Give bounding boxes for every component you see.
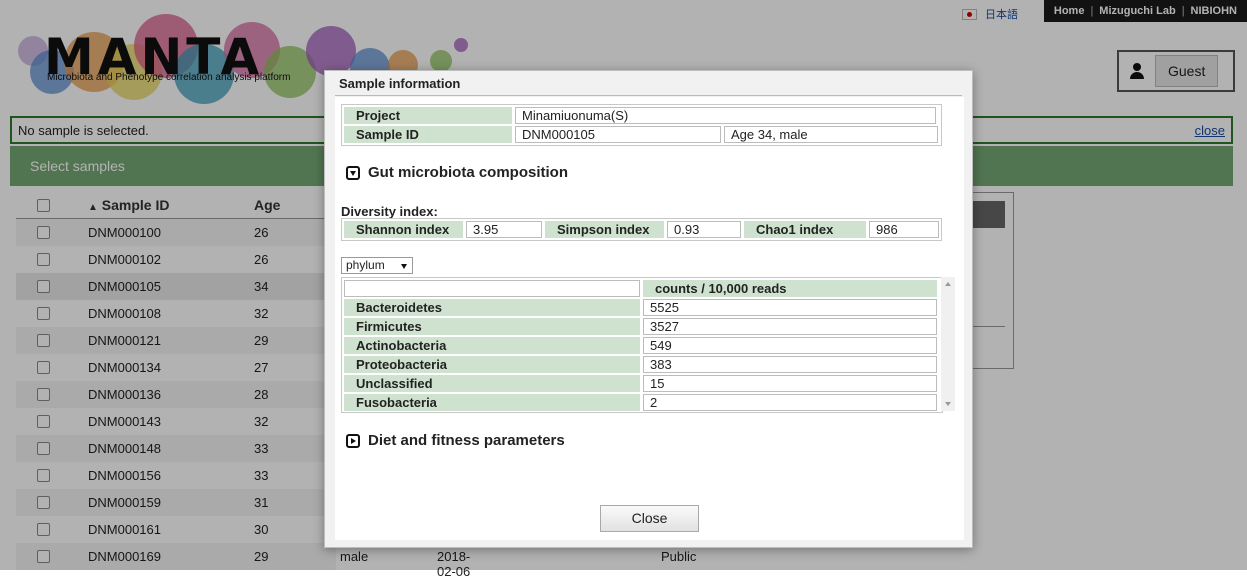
taxa-header-blank <box>344 280 640 297</box>
diet-section-title: Diet and fitness parameters <box>368 432 565 449</box>
taxon-count: 15 <box>643 375 937 392</box>
sample-meta-table: Project Minamiuonuma(S) Sample ID DNM000… <box>341 104 942 146</box>
dialog-title: Sample information <box>339 76 461 91</box>
scroll-up-icon[interactable] <box>945 282 951 286</box>
taxon-count: 3527 <box>643 318 937 335</box>
sample-id-label: Sample ID <box>344 126 512 143</box>
taxon-name: Actinobacteria <box>344 337 640 354</box>
taxon-name: Firmicutes <box>344 318 640 335</box>
shannon-label: Shannon index <box>344 221 463 238</box>
taxon-level-value: phylum <box>346 258 385 272</box>
project-value: Minamiuonuma(S) <box>515 107 936 124</box>
counts-header: counts / 10,000 reads <box>643 280 937 297</box>
taxon-count: 549 <box>643 337 937 354</box>
taxon-count: 383 <box>643 356 937 373</box>
chevron-down-icon <box>401 264 407 269</box>
chao1-value: 986 <box>869 221 939 238</box>
dialog-body: Project Minamiuonuma(S) Sample ID DNM000… <box>335 97 964 540</box>
sample-id-value: DNM000105 <box>515 126 721 143</box>
diet-section-toggle[interactable]: Diet and fitness parameters <box>346 432 565 449</box>
project-label: Project <box>344 107 512 124</box>
simpson-value: 0.93 <box>667 221 741 238</box>
gut-section-toggle[interactable]: Gut microbiota composition <box>346 164 568 181</box>
scroll-down-icon[interactable] <box>945 402 951 406</box>
taxon-count: 2 <box>643 394 937 411</box>
close-button[interactable]: Close <box>600 505 699 532</box>
sample-info-dialog: Sample information Project Minamiuonuma(… <box>324 70 973 548</box>
gut-section-title: Gut microbiota composition <box>368 164 569 181</box>
expand-icon <box>346 433 360 448</box>
collapse-icon <box>346 165 360 180</box>
taxa-table: counts / 10,000 reads Bacteroidetes 5525 F… <box>341 277 943 413</box>
diversity-label: Diversity index: <box>341 204 438 219</box>
simpson-label: Simpson index <box>545 221 664 238</box>
taxon-name: Proteobacteria <box>344 356 640 373</box>
title-divider <box>335 95 962 96</box>
diversity-table: Shannon index 3.95 Simpson index 0.93 Ch… <box>341 218 942 241</box>
taxon-level-select[interactable]: phylum <box>341 257 413 274</box>
chao1-label: Chao1 index <box>744 221 866 238</box>
taxon-name: Bacteroidetes <box>344 299 640 316</box>
sample-extra-value: Age 34, male <box>724 126 938 143</box>
taxon-name: Fusobacteria <box>344 394 640 411</box>
taxon-name: Unclassified <box>344 375 640 392</box>
taxon-count: 5525 <box>643 299 937 316</box>
taxa-scrollbar[interactable] <box>941 277 955 411</box>
shannon-value: 3.95 <box>466 221 542 238</box>
